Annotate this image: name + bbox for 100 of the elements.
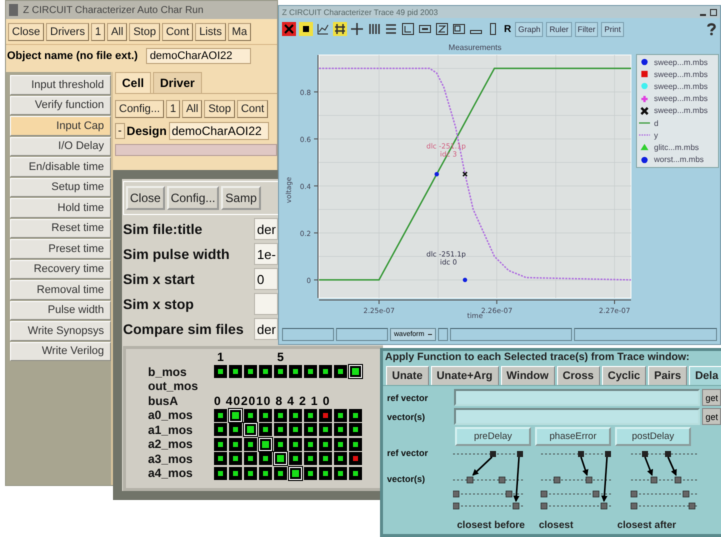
bit-toggle[interactable]	[319, 466, 332, 480]
bit-toggle[interactable]	[349, 438, 362, 451]
step-item[interactable]: Verify function	[10, 96, 111, 115]
step-item[interactable]: Setup time	[10, 178, 111, 197]
input-field[interactable]	[454, 408, 700, 425]
bit-toggle[interactable]	[259, 408, 272, 422]
step-item[interactable]: Pulse width	[10, 300, 111, 320]
bit-toggle[interactable]	[244, 365, 257, 378]
toolbar-button[interactable]: Cont	[162, 23, 194, 41]
toolbar-button[interactable]: Config...	[115, 100, 164, 118]
crosshair-icon[interactable]	[350, 22, 364, 36]
tab[interactable]: Unate+Arg	[430, 366, 498, 385]
bit-toggle[interactable]	[349, 452, 362, 466]
close-icon[interactable]	[282, 22, 296, 36]
step-item[interactable]: I/O Delay	[10, 136, 111, 156]
toolbar-button[interactable]: All	[107, 23, 128, 41]
bit-toggle[interactable]	[319, 438, 332, 451]
input-field[interactable]: der	[254, 218, 278, 240]
zoom-icon[interactable]	[435, 22, 449, 36]
bit-toggle[interactable]	[274, 452, 287, 466]
tab[interactable]: Unate	[386, 366, 429, 385]
bit-toggle[interactable]	[289, 466, 302, 480]
toolbar-button[interactable]: Stop	[204, 100, 235, 118]
step-item[interactable]: Recovery time	[10, 260, 111, 279]
toolbar-button[interactable]: Ruler	[546, 22, 572, 36]
object-name-field[interactable]: demoCharAOI22	[146, 48, 251, 64]
bit-toggle[interactable]	[229, 365, 242, 378]
toolbar-button[interactable]: 1	[166, 100, 180, 118]
tab[interactable]: Driver	[153, 72, 202, 93]
bit-toggle[interactable]	[244, 423, 257, 436]
step-item[interactable]: En/disable time	[10, 157, 111, 176]
input-field[interactable]: 0	[254, 268, 278, 290]
bit-toggle[interactable]	[244, 438, 257, 451]
tab[interactable]: Cross	[556, 366, 600, 385]
bars-icon[interactable]	[367, 22, 381, 36]
bit-toggle[interactable]	[349, 408, 362, 422]
step-item[interactable]: Write Synopsys	[10, 321, 111, 340]
bit-toggle[interactable]	[214, 408, 227, 422]
bit-toggle[interactable]	[289, 408, 302, 422]
toolbar-button[interactable]: 1	[90, 23, 106, 41]
list-icon[interactable]	[384, 22, 398, 36]
bit-toggle[interactable]	[319, 452, 332, 466]
toolbar-button[interactable]: R	[503, 24, 512, 34]
toolbar-button[interactable]: Close	[126, 186, 165, 210]
bit-toggle[interactable]	[274, 423, 287, 436]
input-field[interactable]: der	[254, 318, 278, 340]
bit-toggle[interactable]	[274, 466, 287, 480]
bit-toggle[interactable]	[259, 452, 272, 466]
bit-toggle[interactable]	[289, 365, 302, 378]
toolbar-button[interactable]: Close	[8, 23, 44, 41]
bit-toggle[interactable]	[334, 365, 347, 378]
bit-toggle[interactable]	[259, 438, 272, 451]
bit-toggle[interactable]	[274, 438, 287, 451]
toolbar-button[interactable]: Graph	[515, 22, 544, 36]
bit-toggle[interactable]	[334, 408, 347, 422]
step-item[interactable]: Preset time	[10, 239, 111, 258]
bit-toggle[interactable]	[319, 423, 332, 436]
bit-toggle[interactable]	[319, 408, 332, 422]
bit-toggle[interactable]	[304, 466, 317, 480]
bit-toggle[interactable]	[319, 365, 332, 378]
tab[interactable]: Window	[500, 366, 555, 385]
input-field[interactable]	[454, 389, 700, 406]
bit-toggle[interactable]	[289, 438, 302, 451]
bit-toggle[interactable]	[304, 452, 317, 466]
help-icon[interactable]	[706, 22, 717, 36]
bit-toggle[interactable]	[214, 423, 227, 436]
frame-icon[interactable]	[401, 22, 415, 36]
function-button[interactable]: postDelay	[615, 427, 691, 446]
bit-toggle[interactable]	[304, 408, 317, 422]
bit-toggle[interactable]	[229, 408, 242, 422]
input-field[interactable]	[254, 293, 278, 315]
bit-toggle[interactable]	[229, 423, 242, 436]
bit-toggle[interactable]	[289, 452, 302, 466]
step-item[interactable]: Input threshold	[10, 75, 111, 94]
bit-toggle[interactable]	[214, 365, 227, 378]
bit-toggle[interactable]	[304, 438, 317, 451]
bit-toggle[interactable]	[214, 452, 227, 466]
bit-toggle[interactable]	[244, 452, 257, 466]
bit-toggle[interactable]	[349, 466, 362, 480]
toolbar-button[interactable]: Samp	[221, 186, 261, 210]
bit-toggle[interactable]	[334, 423, 347, 436]
chart-icon[interactable]	[316, 22, 330, 36]
toolbar-button[interactable]: Print	[601, 22, 624, 36]
window-icon[interactable]	[452, 22, 466, 36]
toolbar-button[interactable]: Cont	[236, 100, 268, 118]
tab[interactable]: Cyclic	[602, 366, 646, 385]
design-field[interactable]: demoCharAOI22	[168, 122, 269, 140]
function-button[interactable]: phaseError	[535, 427, 611, 446]
box-icon[interactable]	[418, 22, 432, 36]
bit-toggle[interactable]	[304, 423, 317, 436]
bit-toggle[interactable]	[244, 408, 257, 422]
bit-toggle[interactable]	[259, 365, 272, 378]
bit-toggle[interactable]	[274, 365, 287, 378]
bit-toggle[interactable]	[244, 466, 257, 480]
bit-toggle[interactable]	[304, 365, 317, 378]
bit-toggle[interactable]	[259, 423, 272, 436]
toolbar-button[interactable]: All	[182, 100, 202, 118]
tab[interactable]: Cell	[115, 72, 152, 93]
collapse-button[interactable]: -	[115, 123, 125, 139]
grid-icon[interactable]	[333, 22, 347, 36]
